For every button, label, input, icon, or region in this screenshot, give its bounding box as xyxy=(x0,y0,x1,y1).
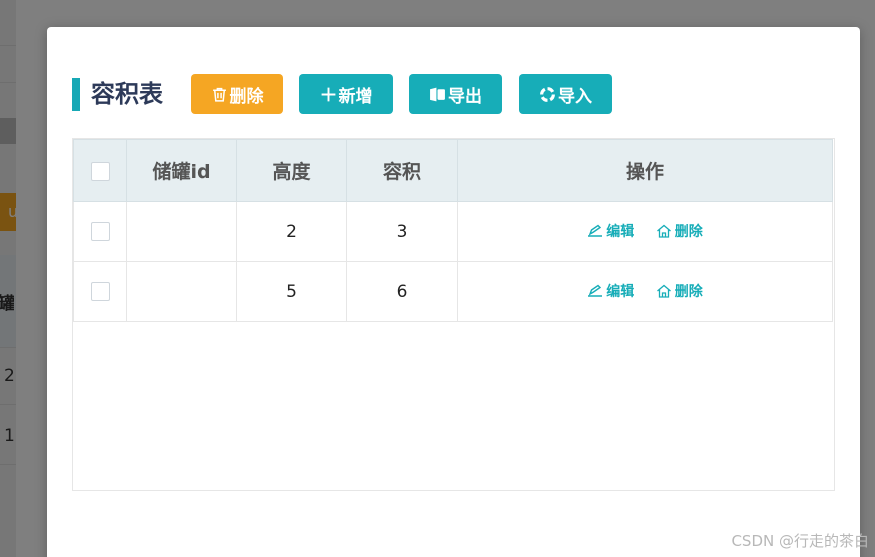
volume-table-dialog: 容积表 删除 新增 导出 导入 储罐id 高度 容积 操作 2 3 编辑 删除 … xyxy=(47,27,860,557)
export-button[interactable]: 导出 xyxy=(409,74,502,114)
cell-tank-id xyxy=(126,261,237,322)
cell-actions: 编辑 删除 xyxy=(457,261,833,322)
trash-icon xyxy=(212,87,226,102)
cell-volume: 6 xyxy=(346,261,458,322)
import-icon xyxy=(540,86,555,102)
cell-tank-id xyxy=(126,201,237,262)
header-select-cell xyxy=(73,139,127,202)
delete-link-label: 删除 xyxy=(674,283,703,300)
row-checkbox[interactable] xyxy=(90,282,110,301)
table-row: 5 6 编辑 删除 xyxy=(73,261,833,322)
home-icon xyxy=(656,224,671,238)
add-button-label: 新增 xyxy=(338,86,373,107)
toolbar: 容积表 删除 新增 导出 导入 xyxy=(72,74,832,114)
edit-link[interactable]: 编辑 xyxy=(587,221,634,241)
cell-volume: 3 xyxy=(346,201,458,262)
row-select-cell xyxy=(73,261,127,322)
cell-actions: 编辑 删除 xyxy=(457,201,833,262)
cell-height: 2 xyxy=(236,201,347,262)
table-header-row: 储罐id 高度 容积 操作 xyxy=(73,139,833,202)
column-header-volume[interactable]: 容积 xyxy=(346,139,458,202)
delete-link[interactable]: 删除 xyxy=(656,221,703,241)
delete-button[interactable]: 删除 xyxy=(191,74,283,114)
home-icon xyxy=(656,284,671,298)
edit-icon xyxy=(588,284,603,297)
delete-button-label: 删除 xyxy=(229,86,264,107)
column-header-actions: 操作 xyxy=(457,139,833,202)
delete-link-label: 删除 xyxy=(674,223,703,240)
row-select-cell xyxy=(73,201,127,262)
edit-link[interactable]: 编辑 xyxy=(587,281,634,301)
export-icon xyxy=(430,87,445,101)
watermark: CSDN @行走的茶白 xyxy=(731,532,869,550)
volume-table: 储罐id 高度 容积 操作 2 3 编辑 删除 5 6 编辑 删除 xyxy=(72,138,835,491)
add-button[interactable]: 新增 xyxy=(299,74,393,114)
table-row: 2 3 编辑 删除 xyxy=(73,201,833,262)
plus-icon xyxy=(321,87,335,101)
title-accent-bar xyxy=(72,78,80,111)
export-button-label: 导出 xyxy=(448,86,482,107)
row-checkbox[interactable] xyxy=(90,222,110,241)
edit-link-label: 编辑 xyxy=(606,283,635,300)
select-all-checkbox[interactable] xyxy=(90,161,110,181)
delete-link[interactable]: 删除 xyxy=(656,281,703,301)
column-header-height[interactable]: 高度 xyxy=(236,139,347,202)
edit-link-label: 编辑 xyxy=(606,223,635,240)
import-button-label: 导入 xyxy=(558,86,592,107)
column-header-tank-id[interactable]: 储罐id xyxy=(126,139,237,202)
import-button[interactable]: 导入 xyxy=(519,74,612,114)
cell-height: 5 xyxy=(236,261,347,322)
page-title: 容积表 xyxy=(91,80,163,108)
edit-icon xyxy=(588,224,603,237)
